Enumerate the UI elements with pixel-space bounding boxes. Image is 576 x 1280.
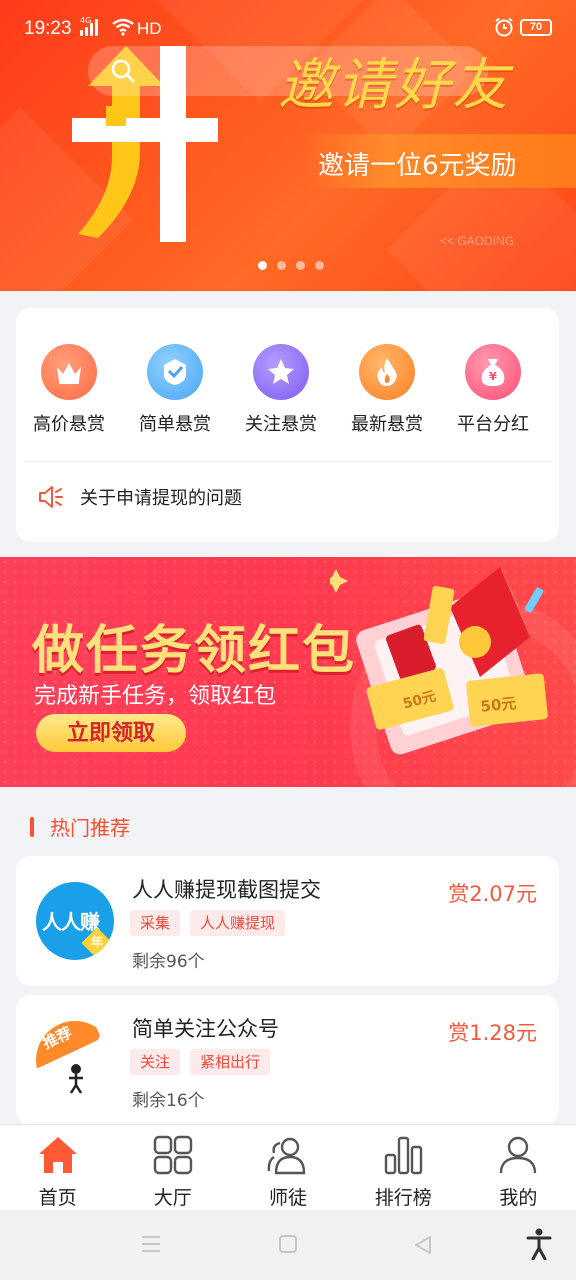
coupon-label: 50元 (480, 694, 518, 716)
nav-home[interactable]: 首页 (0, 1125, 115, 1210)
carousel-dot[interactable] (315, 261, 324, 270)
avatar-text: 人人赚 (42, 910, 100, 934)
wifi-icon (112, 18, 134, 36)
star-icon (253, 344, 309, 400)
task-tags: 采集 人人赚提现 (130, 910, 286, 936)
crown-icon (41, 344, 97, 400)
nav-label: 首页 (38, 1187, 77, 1209)
section-accent-bar (30, 816, 34, 837)
task-card[interactable]: 人人赚 年 人人赚提现截图提交 赏2.07元 采集 人人赚提现 剩余96个 (16, 856, 559, 986)
svg-text:¥: ¥ (489, 370, 497, 383)
category-latest-reward[interactable]: 最新悬赏 (334, 344, 440, 436)
nav-hall[interactable]: 大厅 (115, 1125, 230, 1210)
users-icon (266, 1133, 310, 1177)
nav-mine[interactable]: 我的 (461, 1125, 576, 1210)
nav-label: 排行榜 (374, 1187, 432, 1209)
figure-icon (69, 1064, 83, 1094)
speaker-icon (39, 486, 63, 508)
carousel-dot[interactable] (258, 261, 267, 270)
carousel-dots (258, 261, 324, 270)
task-remaining: 剩余96个 (132, 952, 205, 972)
red-envelope-icon: 50元 50元 (330, 567, 548, 755)
home-square-icon[interactable] (278, 1234, 298, 1258)
badge-icon (147, 344, 203, 400)
bar-chart-icon (381, 1133, 425, 1177)
top-banner[interactable]: 19:23 4G HD 70 邀请好友 邀请一位6元奖励 << GAODING (0, 0, 576, 291)
carousel-dot[interactable] (277, 261, 286, 270)
hd-indicator: HD (137, 19, 162, 38)
back-icon[interactable] (412, 1234, 434, 1260)
category-label: 简单悬赏 (139, 414, 211, 435)
battery-indicator: 70 (520, 19, 552, 36)
task-title: 人人赚提现截图提交 (132, 878, 321, 902)
alarm-icon (495, 17, 513, 37)
task-reward: 赏1.28元 (448, 1021, 537, 1045)
task-tag: 采集 (130, 910, 181, 936)
section-title: 热门推荐 (50, 816, 130, 840)
system-nav-bar (0, 1210, 576, 1280)
task-title: 简单关注公众号 (132, 1017, 279, 1041)
task-tag: 关注 (130, 1049, 181, 1075)
task-remaining: 剩余16个 (132, 1091, 205, 1111)
category-label: 平台分红 (457, 414, 529, 435)
category-follow-reward[interactable]: 关注悬赏 (228, 344, 334, 436)
network-type: 4G (80, 16, 92, 25)
nav-label: 大厅 (153, 1187, 192, 1209)
nav-mentor[interactable]: 师徒 (230, 1125, 345, 1210)
task-avatar: 推荐 (36, 1021, 114, 1099)
divider (24, 461, 551, 462)
bottom-nav: 首页 大厅 师徒 排行榜 我的 (0, 1124, 576, 1210)
category-row: 高价悬赏 简单悬赏 关注悬赏 最新悬赏 ¥ 平台分红 (16, 344, 559, 436)
app-screen: 19:23 4G HD 70 邀请好友 邀请一位6元奖励 << GAODING … (0, 0, 576, 1280)
home-icon (36, 1133, 80, 1177)
grid-icon (151, 1133, 195, 1177)
notice-bar[interactable]: 关于申请提现的问题 (38, 484, 242, 510)
search-icon (111, 59, 135, 83)
category-platform-dividend[interactable]: ¥ 平台分红 (440, 344, 546, 436)
task-avatar: 人人赚 年 (36, 882, 114, 960)
claim-now-button[interactable]: 立即领取 (36, 714, 186, 752)
task-card[interactable]: 推荐 简单关注公众号 赏1.28元 关注 紧相出行 剩余16个 (16, 995, 559, 1125)
section-header: 热门推荐 (30, 812, 130, 841)
avatar-badge-text: 年 (91, 935, 104, 949)
carousel-dot[interactable] (296, 261, 305, 270)
money-bag-icon: ¥ (465, 344, 521, 400)
category-label: 关注悬赏 (245, 414, 317, 435)
nav-label: 师徒 (269, 1187, 308, 1209)
banner-subtitle: 邀请一位6元奖励 (318, 151, 517, 181)
category-label: 最新悬赏 (351, 414, 423, 435)
task-tags: 关注 紧相出行 (130, 1049, 271, 1075)
task-tag: 紧相出行 (190, 1049, 271, 1075)
flame-icon (359, 344, 415, 400)
menu-icon[interactable] (140, 1234, 162, 1258)
promo-subtitle: 完成新手任务，领取红包 (34, 684, 277, 709)
category-simple-reward[interactable]: 简单悬赏 (122, 344, 228, 436)
status-bar: 19:23 4G HD 70 (0, 0, 576, 56)
promo-title: 做任务领红包 (32, 621, 357, 681)
category-high-reward[interactable]: 高价悬赏 (16, 344, 122, 436)
status-time: 19:23 (24, 18, 72, 39)
category-label: 高价悬赏 (33, 414, 105, 435)
user-icon (496, 1133, 540, 1177)
category-card: 高价悬赏 简单悬赏 关注悬赏 最新悬赏 ¥ 平台分红 关于申请提现的问题 (16, 308, 559, 542)
nav-label: 我的 (499, 1187, 538, 1209)
accessibility-icon[interactable] (526, 1228, 552, 1264)
task-reward: 赏2.07元 (448, 882, 537, 906)
notice-text: 关于申请提现的问题 (80, 488, 242, 509)
signal-icon: 4G (80, 16, 98, 36)
banner-watermark: << GAODING (440, 234, 515, 248)
task-tag: 人人赚提现 (190, 910, 286, 936)
nav-ranking[interactable]: 排行榜 (346, 1125, 461, 1210)
